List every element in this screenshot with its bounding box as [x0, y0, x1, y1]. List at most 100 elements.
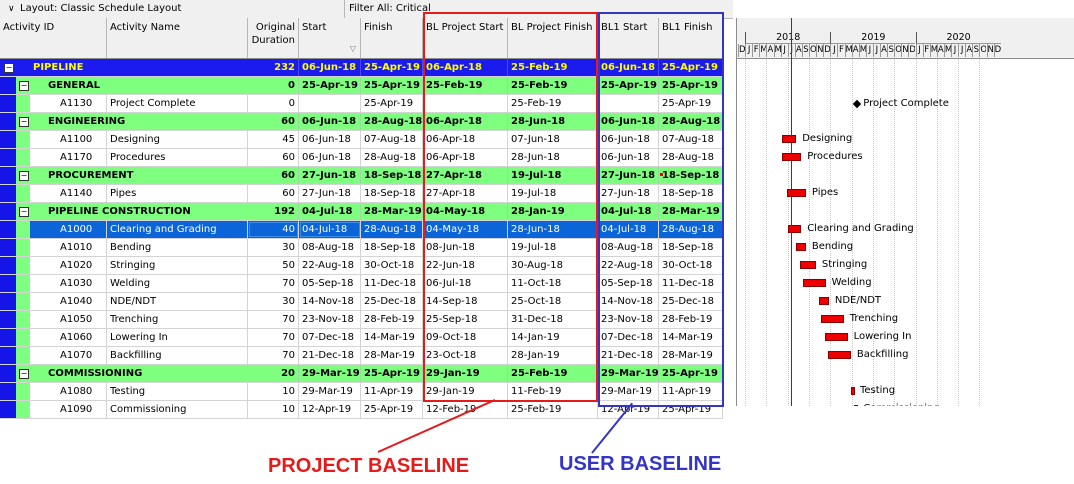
start-cell: 08-Aug-18 — [299, 239, 361, 256]
bar-label: Clearing and Grading — [807, 223, 914, 234]
month-label: J — [745, 44, 752, 57]
activity-name-cell: Bending — [107, 239, 248, 256]
month-label: D — [993, 44, 1001, 57]
wbs-level-strip — [16, 329, 30, 346]
col-original-duration[interactable]: Original Duration — [248, 18, 299, 58]
activity-bar[interactable] — [854, 405, 859, 406]
month-label: O — [894, 44, 902, 57]
month-label: M — [943, 44, 951, 57]
wbs-level-strip — [16, 401, 30, 418]
activity-bar[interactable] — [799, 261, 816, 269]
activity-id-cell: A1020 — [30, 257, 107, 274]
duration-cell: 232 — [248, 59, 299, 76]
finish-cell: 14-Mar-19 — [361, 329, 423, 346]
layout-selector[interactable]: ∨ Layout: Classic Schedule Layout — [2, 2, 339, 16]
month-label: J — [830, 44, 837, 57]
finish-cell: 25-Apr-19 — [361, 77, 423, 94]
finish-cell: 11-Dec-18 — [361, 275, 423, 292]
activity-name-cell: Welding — [107, 275, 248, 292]
month-label: S — [887, 44, 894, 57]
month-label: M — [773, 44, 781, 57]
activity-id-cell: A1000 — [30, 221, 107, 238]
wbs-level-strip — [16, 311, 30, 328]
activity-bar[interactable] — [851, 387, 856, 395]
duration-cell: 10 — [248, 383, 299, 400]
activity-bar[interactable] — [802, 279, 826, 287]
activity-bar[interactable] — [824, 333, 848, 341]
finish-cell: 28-Aug-18 — [361, 113, 423, 130]
start-cell: 12-Apr-19 — [299, 401, 361, 418]
collapse-icon[interactable]: − — [4, 63, 14, 73]
activity-name-cell: Stringing — [107, 257, 248, 274]
wbs-level-strip — [16, 257, 30, 274]
activity-bar[interactable] — [796, 243, 806, 251]
wbs-level-strip — [0, 95, 16, 112]
activity-name-cell: Clearing and Grading — [107, 221, 248, 238]
col-activity-id[interactable]: Activity ID — [0, 18, 107, 58]
start-cell: 06-Jun-18 — [299, 131, 361, 148]
activity-id-cell: A1010 — [30, 239, 107, 256]
grid-line — [766, 59, 768, 406]
bar-label: Pipes — [811, 187, 839, 198]
bar-label: Testing — [859, 385, 896, 396]
project-baseline-box — [423, 12, 598, 402]
wbs-level-strip — [0, 113, 16, 130]
activity-bar[interactable] — [827, 351, 851, 359]
wbs-level-strip — [0, 77, 16, 94]
collapse-icon[interactable]: − — [19, 81, 29, 91]
year-label: 2020 — [915, 32, 1001, 44]
month-label: A — [965, 44, 973, 57]
duration-cell: 192 — [248, 203, 299, 220]
filter-label[interactable]: Filter All: Critical — [344, 0, 431, 18]
duration-cell: 30 — [248, 239, 299, 256]
data-date-line — [791, 18, 792, 406]
collapse-icon[interactable]: − — [19, 207, 29, 217]
grid-line — [915, 59, 917, 406]
collapse-icon[interactable]: − — [19, 117, 29, 127]
activity-bar[interactable] — [819, 297, 829, 305]
wbs-level-strip — [0, 347, 16, 364]
bar-label: Project Complete — [863, 98, 949, 109]
start-cell: 27-Jun-18 — [299, 167, 361, 184]
activity-bar[interactable] — [821, 315, 844, 323]
activity-id-cell: A1030 — [30, 275, 107, 292]
collapse-icon[interactable]: − — [19, 369, 29, 379]
activity-id-cell: A1130 — [30, 95, 107, 112]
bar-label: Bending — [811, 241, 854, 252]
activity-name-cell: Trenching — [107, 311, 248, 328]
wbs-level-strip — [16, 221, 30, 238]
year-label: 2019 — [830, 32, 916, 44]
start-cell: 29-Mar-19 — [299, 365, 361, 382]
finish-cell: 18-Sep-18 — [361, 239, 423, 256]
col-activity-name[interactable]: Activity Name — [107, 18, 248, 58]
wbs-level-strip — [16, 131, 30, 148]
wbs-level-strip — [16, 239, 30, 256]
finish-cell: 07-Aug-18 — [361, 131, 423, 148]
col-start[interactable]: Start ▽ — [299, 18, 361, 58]
year-label: 2018 — [745, 32, 831, 44]
activity-bar[interactable] — [786, 189, 806, 197]
activity-id-cell: A1050 — [30, 311, 107, 328]
month-label: A — [766, 44, 774, 57]
wbs-level-strip — [0, 239, 16, 256]
finish-cell: 28-Feb-19 — [361, 311, 423, 328]
month-label: D — [908, 44, 916, 57]
marker-dot — [660, 173, 663, 176]
activity-id-cell: A1060 — [30, 329, 107, 346]
col-finish[interactable]: Finish — [361, 18, 423, 58]
month-label: F — [837, 44, 844, 57]
grid-line — [958, 59, 960, 406]
wbs-level-strip — [0, 185, 16, 202]
duration-cell: 70 — [248, 329, 299, 346]
activity-name-cell: Project Complete — [107, 95, 248, 112]
bar-label: Designing — [802, 133, 853, 144]
collapse-icon[interactable]: − — [19, 171, 29, 181]
gantt-chart: DJFMAMJJASONDJFMAMJJASONDJFMAMJJASOND201… — [736, 18, 1074, 406]
month-label: M — [844, 44, 852, 57]
user-baseline-box — [598, 12, 724, 407]
activity-bar[interactable] — [781, 135, 797, 143]
milestone-marker[interactable] — [853, 99, 862, 109]
duration-cell: 60 — [248, 185, 299, 202]
activity-id-cell: A1090 — [30, 401, 107, 418]
activity-id-cell: A1040 — [30, 293, 107, 310]
